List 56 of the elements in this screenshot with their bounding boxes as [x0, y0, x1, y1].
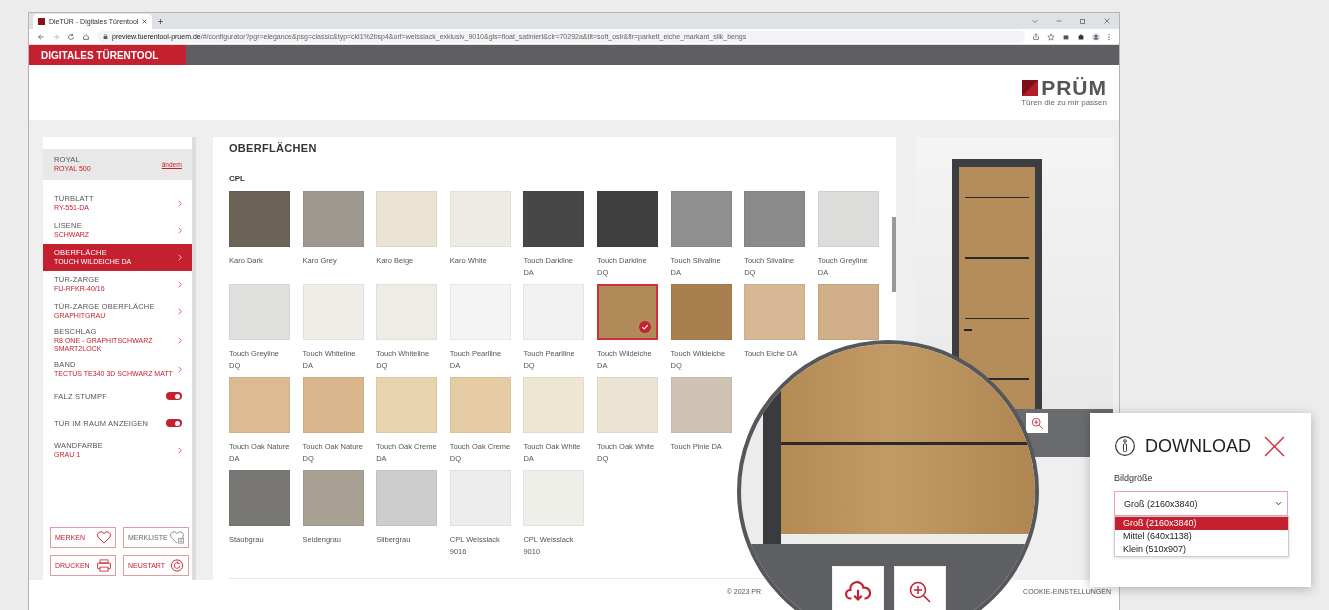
- share-icon[interactable]: [1032, 32, 1040, 41]
- dropdown-option[interactable]: Klein (510x907): [1115, 543, 1288, 556]
- chevron-icon: [178, 200, 182, 207]
- home-icon[interactable]: [82, 32, 90, 41]
- reload-icon[interactable]: [67, 32, 75, 41]
- check-icon: [638, 321, 651, 333]
- caret-icon: [1275, 501, 1282, 506]
- heart-list-icon: [169, 531, 185, 544]
- chevron-icon: [178, 254, 182, 261]
- logo-icon: [1022, 80, 1039, 96]
- surface-swatch[interactable]: [596, 284, 658, 340]
- brand-name: PRÜM: [1041, 78, 1107, 98]
- forward-icon[interactable]: [52, 32, 60, 41]
- chevron-icon: [178, 446, 182, 454]
- group-title: CPL: [229, 174, 246, 183]
- close-icon[interactable]: [1103, 17, 1111, 25]
- extension-icon[interactable]: [1062, 32, 1070, 41]
- lock-icon: [103, 34, 108, 39]
- cloud-download-icon: [845, 580, 871, 604]
- tab-search-icon[interactable]: [1031, 17, 1039, 25]
- image-size-select[interactable]: Groß (2160x3840): [1114, 491, 1288, 516]
- toggle-switch[interactable]: [166, 392, 182, 401]
- close-icon[interactable]: [142, 19, 148, 24]
- section-title: OBERFLÄCHEN: [229, 142, 318, 154]
- app-title[interactable]: DIGITALES TÜRENTOOL: [29, 45, 186, 65]
- restore-icon[interactable]: [1079, 17, 1087, 25]
- back-icon[interactable]: [37, 32, 45, 41]
- zoom-button[interactable]: [1026, 413, 1048, 433]
- profile-icon[interactable]: [1092, 32, 1100, 41]
- download-button[interactable]: [832, 566, 884, 610]
- restart-icon: [169, 559, 185, 572]
- minimize-icon[interactable]: [1055, 17, 1063, 25]
- heart-icon: [96, 531, 112, 544]
- toggle-switch[interactable]: [166, 419, 182, 428]
- new-tab-icon[interactable]: [158, 18, 164, 24]
- field-label: Bildgröße: [1114, 473, 1154, 483]
- chevron-icon: [178, 308, 182, 315]
- chevron-icon: [178, 336, 182, 344]
- favicon-icon: [38, 18, 45, 25]
- chevron-icon: [178, 365, 182, 373]
- chevron-icon: [178, 227, 182, 234]
- printer-icon: [96, 559, 112, 572]
- star-icon[interactable]: [1047, 32, 1055, 41]
- dialog-title: DOWNLOAD: [1145, 435, 1251, 457]
- zoom-in-icon: [1030, 416, 1044, 430]
- zoom-button[interactable]: [894, 566, 946, 610]
- scrollbar[interactable]: [892, 217, 896, 292]
- close-icon[interactable]: [1264, 435, 1285, 457]
- brand-tagline: Türen die zu mir passen: [1021, 98, 1107, 107]
- dropdown-option[interactable]: Mittel (640x1138): [1115, 530, 1288, 543]
- chevron-icon: [178, 281, 182, 288]
- puzzle-icon[interactable]: [1077, 32, 1085, 41]
- menu-icon[interactable]: [1107, 32, 1111, 41]
- zoom-in-icon: [907, 580, 933, 604]
- info-icon: [1114, 435, 1136, 457]
- dropdown-option[interactable]: Groß (2160x3840): [1115, 517, 1288, 530]
